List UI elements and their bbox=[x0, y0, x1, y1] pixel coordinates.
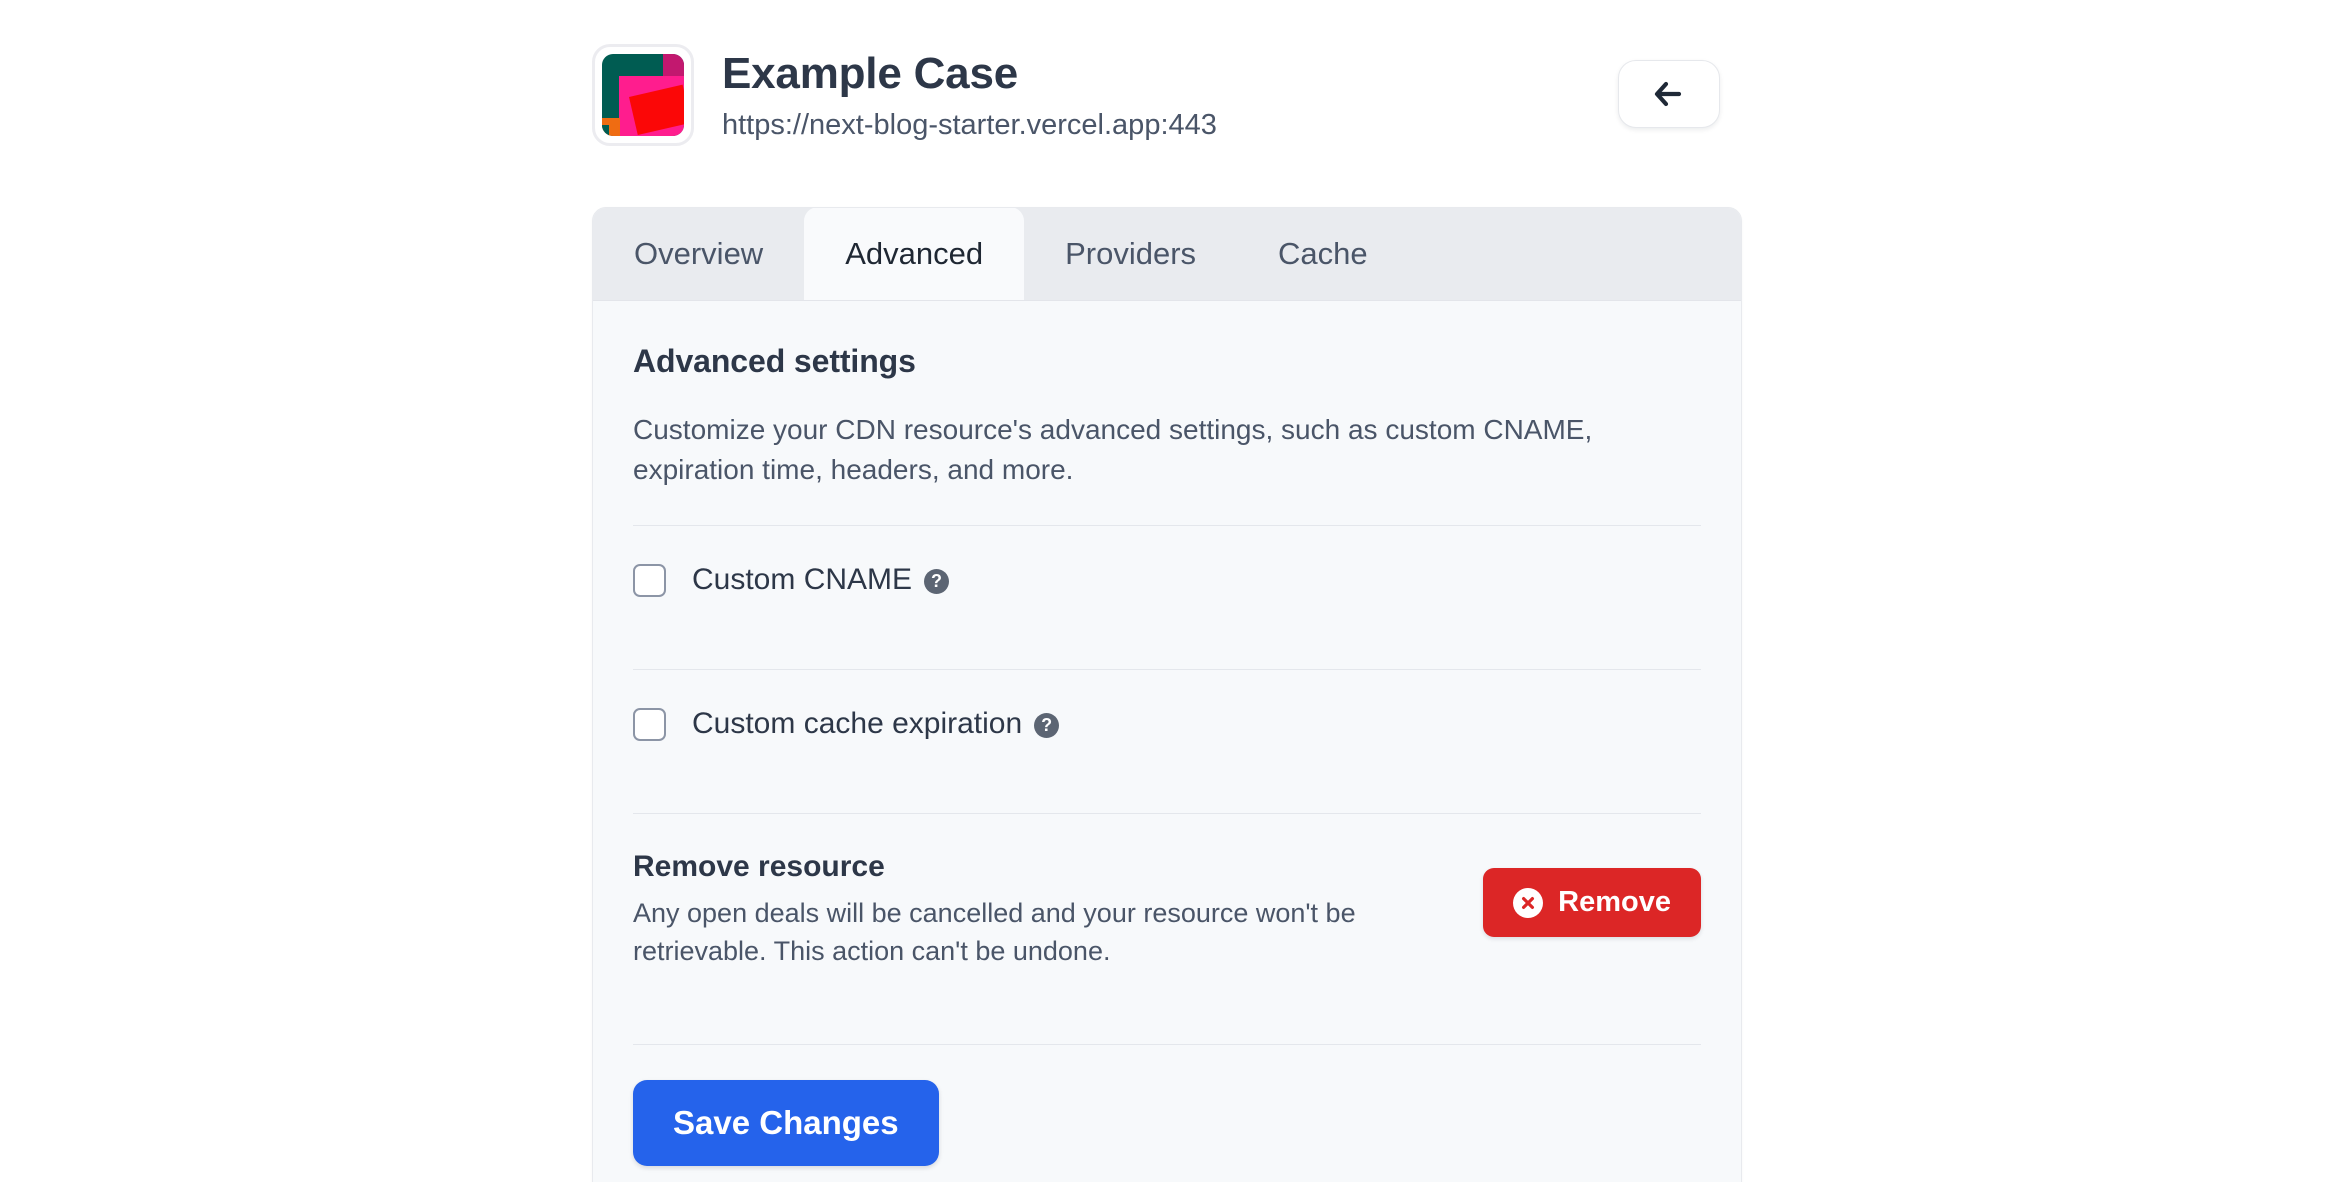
resource-logo bbox=[592, 44, 694, 146]
tab-providers[interactable]: Providers bbox=[1024, 208, 1237, 300]
save-changes-button[interactable]: Save Changes bbox=[633, 1079, 939, 1166]
remove-resource-text: Remove resource Any open deals will be c… bbox=[633, 850, 1433, 971]
page-root: Example Case https://next-blog-starter.v… bbox=[0, 0, 2330, 1182]
remove-button-label: Remove bbox=[1558, 886, 1671, 919]
checkbox-custom-cache-expiration[interactable] bbox=[633, 707, 666, 741]
settings-card: Overview Advanced Providers Cache Advanc… bbox=[592, 207, 1742, 1182]
option-label-custom-cache-expiration: Custom cache expiration bbox=[692, 707, 1023, 741]
help-icon-custom-cache-expiration[interactable]: ? bbox=[1034, 712, 1060, 738]
divider bbox=[633, 1043, 1701, 1045]
section-title: Advanced settings bbox=[633, 343, 916, 379]
section-description: Customize your CDN resource's advanced s… bbox=[633, 414, 1593, 486]
resource-url: https://next-blog-starter.vercel.app:443 bbox=[722, 108, 1217, 141]
back-button[interactable] bbox=[1618, 60, 1720, 128]
remove-button[interactable]: Remove bbox=[1483, 868, 1701, 938]
tab-cache[interactable]: Cache bbox=[1237, 208, 1409, 300]
checkbox-custom-cname[interactable] bbox=[633, 563, 666, 597]
page-title: Example Case bbox=[722, 49, 1018, 98]
remove-resource-section: Remove resource Any open deals will be c… bbox=[633, 814, 1701, 1009]
arrow-left-icon bbox=[1652, 79, 1686, 109]
option-row-custom-cache-expiration[interactable]: Custom cache expiration ? bbox=[633, 670, 1701, 778]
x-circle-icon bbox=[1513, 887, 1544, 918]
tab-advanced[interactable]: Advanced bbox=[804, 207, 1025, 300]
remove-resource-title: Remove resource bbox=[633, 850, 885, 884]
resource-header-text: Example Case https://next-blog-starter.v… bbox=[722, 44, 1618, 143]
option-label-custom-cname: Custom CNAME bbox=[692, 563, 913, 597]
resource-header: Example Case https://next-blog-starter.v… bbox=[592, 44, 1720, 146]
option-row-custom-cname[interactable]: Custom CNAME ? bbox=[633, 526, 1701, 634]
tab-overview[interactable]: Overview bbox=[593, 208, 804, 300]
remove-resource-description: Any open deals will be cancelled and you… bbox=[633, 898, 1356, 967]
advanced-tab-panel: Advanced settings Customize your CDN res… bbox=[593, 301, 1741, 1182]
tab-bar: Overview Advanced Providers Cache bbox=[593, 207, 1741, 301]
resource-logo-artwork bbox=[602, 54, 684, 136]
help-icon-custom-cname[interactable]: ? bbox=[924, 568, 950, 594]
logo-shape-teal bbox=[602, 124, 610, 136]
